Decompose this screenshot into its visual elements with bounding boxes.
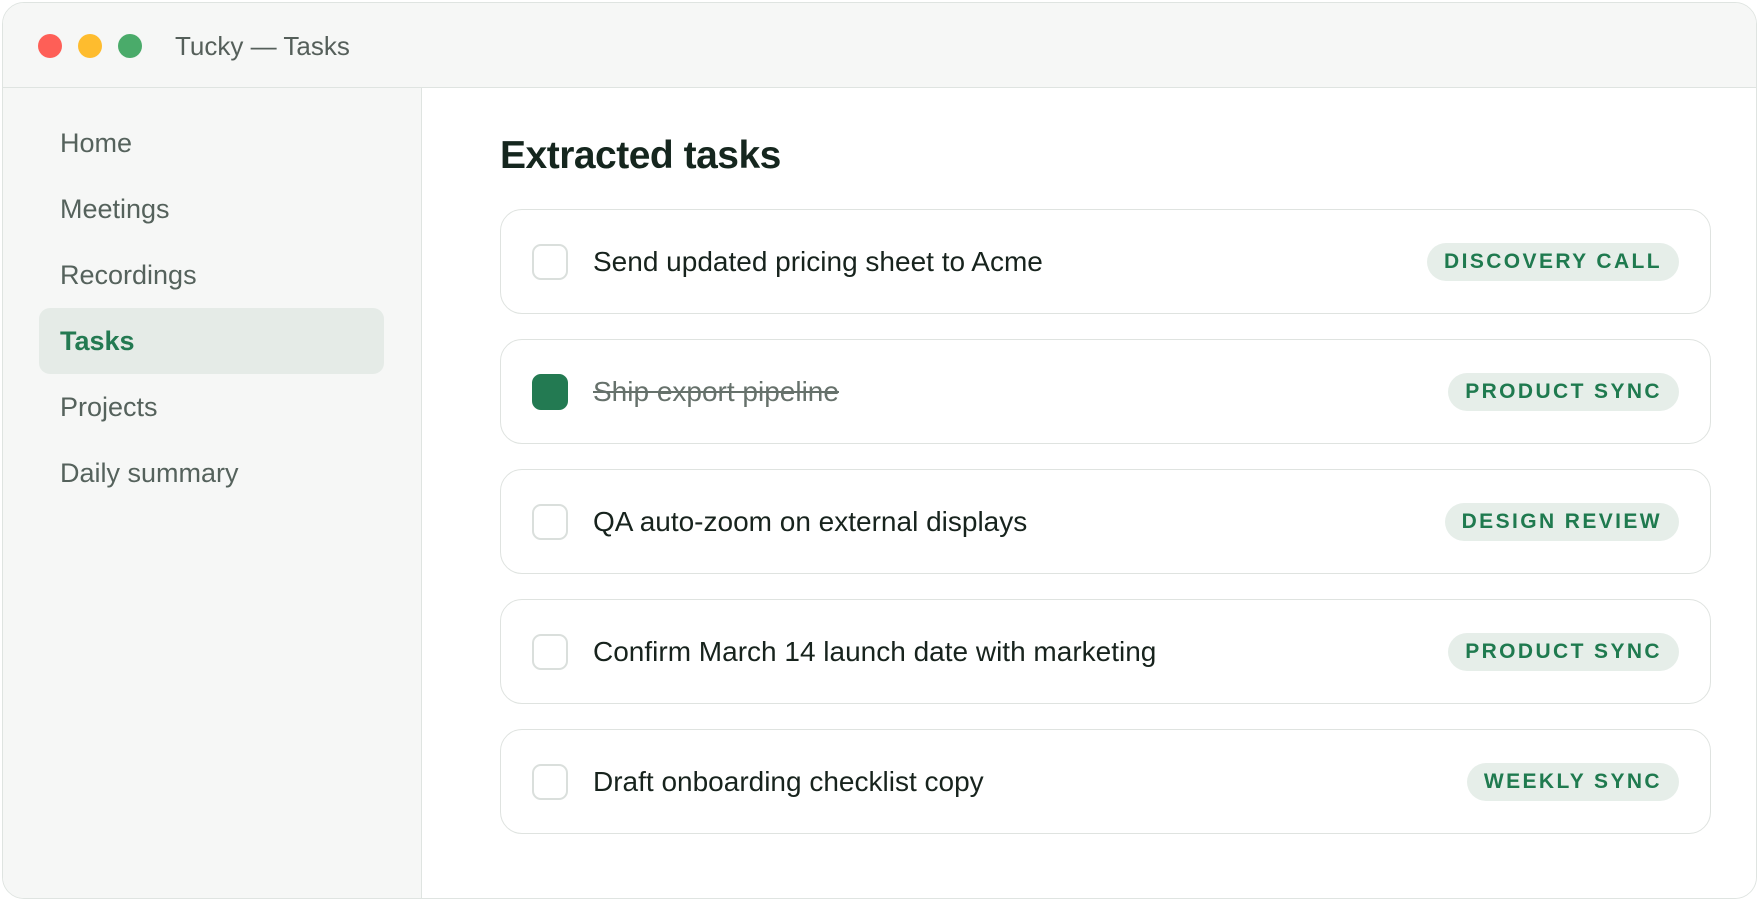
task-checkbox[interactable] [532,504,568,540]
meeting-tag: DESIGN REVIEW [1444,503,1679,541]
meeting-tag: WEEKLY SYNC [1466,763,1679,801]
app-window: Tucky — Tasks Home Meetings Recordings T… [2,2,1757,899]
task-text: QA auto-zoom on external displays [593,506,1028,537]
task-text: Ship export pipeline [593,376,839,407]
minimize-window-button[interactable] [78,34,102,58]
title-bar: Tucky — Tasks [3,3,1756,88]
sidebar-item-label: Meetings [60,194,170,224]
page-title: Extracted tasks [500,134,781,177]
task-checkbox[interactable] [532,634,568,670]
sidebar-item-home[interactable]: Home [39,110,384,176]
task-checkbox[interactable] [532,244,568,280]
task-card: QA auto-zoom on external displays DESIGN… [500,469,1711,574]
meeting-tag: DISCOVERY CALL [1427,243,1679,281]
sidebar-item-daily-summary[interactable]: Daily summary [39,440,384,506]
sidebar-item-projects[interactable]: Projects [39,374,384,440]
sidebar-item-label: Daily summary [60,458,239,488]
task-text: Confirm March 14 launch date with market… [593,636,1157,667]
sidebar: Home Meetings Recordings Tasks Projects … [3,88,422,898]
sidebar-item-label: Projects [60,392,158,422]
task-card: Confirm March 14 launch date with market… [500,599,1711,704]
sidebar-item-recordings[interactable]: Recordings [39,242,384,308]
task-text: Send updated pricing sheet to Acme [593,246,1043,277]
sidebar-item-meetings[interactable]: Meetings [39,176,384,242]
sidebar-item-label: Recordings [60,260,197,290]
sidebar-item-tasks[interactable]: Tasks [39,308,384,374]
task-card: Ship export pipeline PRODUCT SYNC [500,339,1711,444]
main-content: Extracted tasks Send updated pricing she… [422,88,1756,898]
zoom-window-button[interactable] [118,34,142,58]
task-checkbox[interactable] [532,764,568,800]
close-window-button[interactable] [38,34,62,58]
task-checkbox[interactable] [532,374,568,410]
task-card: Draft onboarding checklist copy WEEKLY S… [500,729,1711,834]
task-text: Draft onboarding checklist copy [593,766,984,797]
meeting-tag: PRODUCT SYNC [1448,633,1679,671]
window-title: Tucky — Tasks [175,31,350,61]
sidebar-item-label: Home [60,128,133,158]
sidebar-item-label: Tasks [60,326,135,356]
task-card: Send updated pricing sheet to Acme DISCO… [500,209,1711,314]
meeting-tag: PRODUCT SYNC [1448,373,1679,411]
